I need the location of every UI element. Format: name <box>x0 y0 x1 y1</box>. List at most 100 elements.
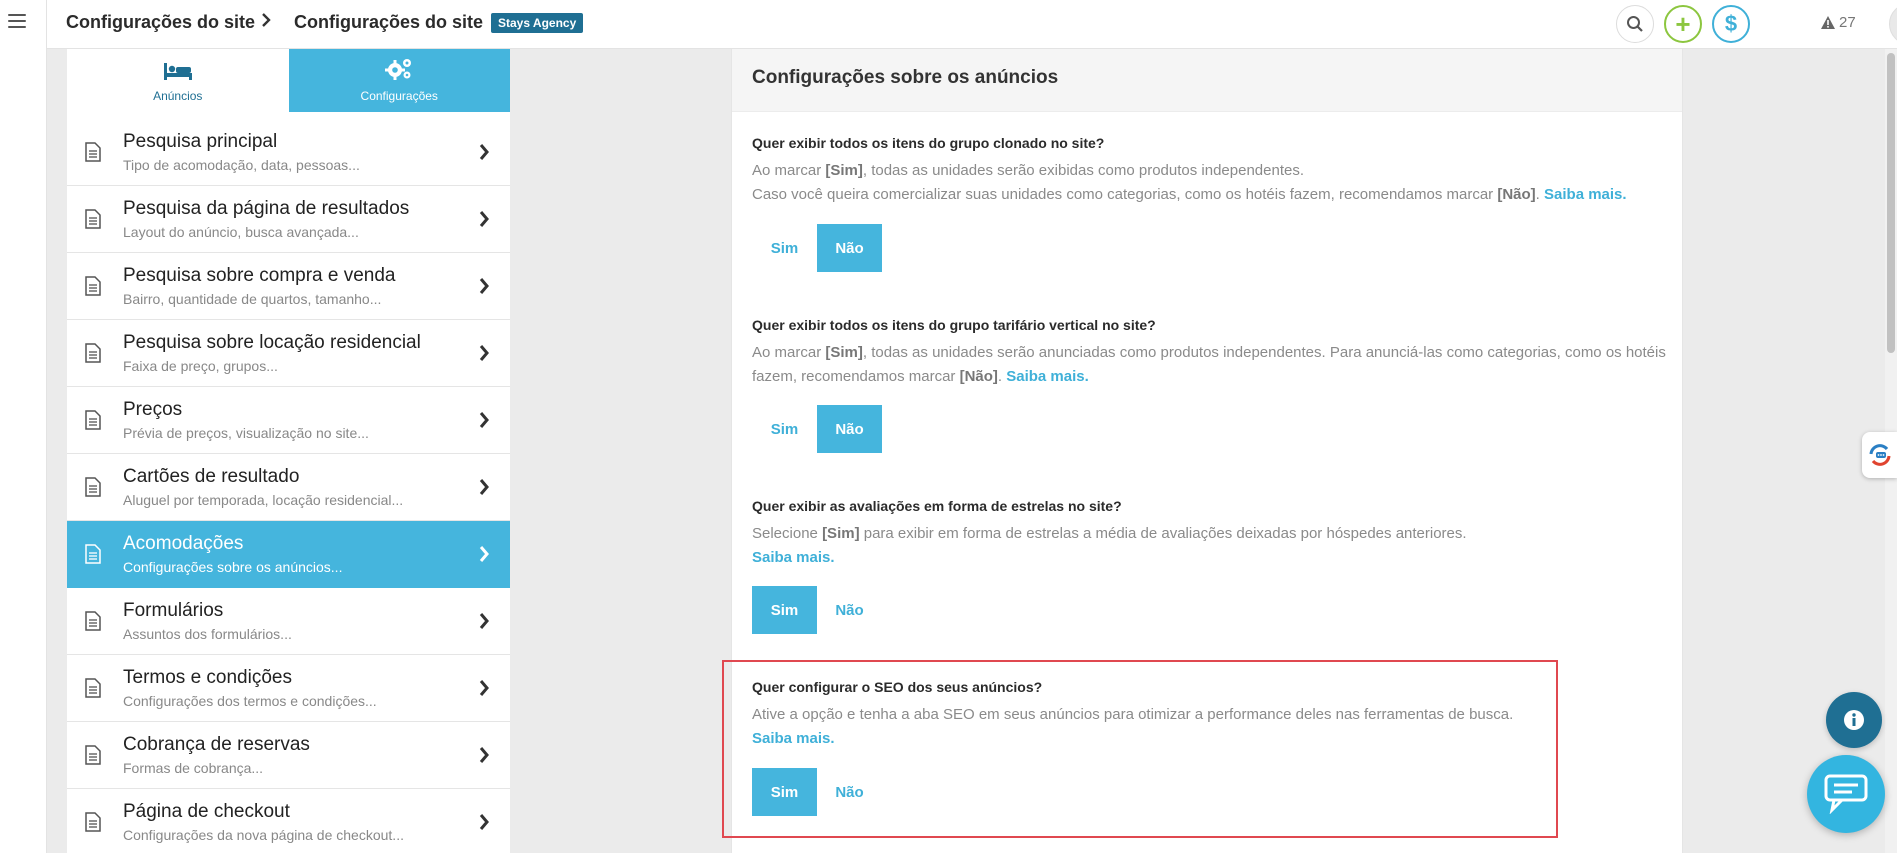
desc-text: para exibir em forma de estrelas a média… <box>859 525 1467 542</box>
menu-item-title: Página de checkout <box>123 801 290 822</box>
document-icon <box>85 142 101 162</box>
question-rate-group-title: Quer exibir todos os itens do grupo tari… <box>752 317 1156 333</box>
question-rate-group-desc: Ao marcar [Sim], todas as unidades serão… <box>752 341 1672 389</box>
scrollbar-thumb[interactable] <box>1887 53 1895 353</box>
info-icon <box>1844 710 1864 730</box>
menu-item[interactable]: Pesquisa sobre locação residencial Faixa … <box>67 320 510 387</box>
chevron-right-icon <box>479 345 489 361</box>
desc-bold: [Sim] <box>825 344 863 361</box>
menu-item[interactable]: Pesquisa principal Tipo de acomodação, da… <box>67 119 510 186</box>
sync-widget-button[interactable] <box>1862 432 1897 478</box>
document-icon <box>85 410 101 430</box>
search-button[interactable] <box>1616 5 1654 43</box>
menu-item-subtitle: Formas de cobrança... <box>123 760 264 776</box>
menu-item-title: Pesquisa principal <box>123 131 278 152</box>
menu-item[interactable]: Página de checkout Configurações da nova … <box>67 789 510 853</box>
sync-chat-icon <box>1869 444 1890 466</box>
desc-text: , todas as unidades serão anunciadas com… <box>752 344 1666 385</box>
plus-icon: + <box>1675 8 1691 39</box>
chevron-right-icon <box>479 278 489 294</box>
breadcrumb-chevron-icon <box>260 12 272 33</box>
chevron-right-icon <box>479 613 489 629</box>
menu-item[interactable]: Acomodações Configurações sobre os anúnci… <box>67 521 510 588</box>
desc-bold: [Sim] <box>822 525 860 542</box>
document-icon <box>85 209 101 229</box>
desc-bold: [Não] <box>1497 186 1536 203</box>
menu-item-title: Acomodações <box>123 533 244 554</box>
learn-more-link[interactable]: Saiba mais. <box>1544 186 1627 203</box>
avatar[interactable] <box>1889 3 1897 45</box>
learn-more-link[interactable]: Saiba mais. <box>1006 368 1089 385</box>
document-icon <box>85 276 101 296</box>
menu-item[interactable]: Cartões de resultado Aluguel por temporad… <box>67 454 510 521</box>
chat-button[interactable] <box>1807 755 1885 833</box>
rate-group-yes-button[interactable]: Sim <box>752 405 817 453</box>
menu-item-subtitle: Faixa de preço, grupos... <box>123 358 278 374</box>
menu-item-title: Cobrança de reservas <box>123 734 310 755</box>
bed-icon <box>163 63 192 80</box>
cloned-group-yes-button[interactable]: Sim <box>752 224 817 272</box>
desc-text: Selecione <box>752 525 823 542</box>
menu-item-subtitle: Layout do anúncio, busca avançada... <box>123 224 359 240</box>
alerts-button[interactable]: 27 <box>1821 14 1856 31</box>
rate-group-toggle: Sim Não <box>752 405 882 453</box>
tab-configuracoes[interactable]: Configurações <box>288 49 510 112</box>
document-icon <box>85 745 101 765</box>
top-bar: Configurações do site Configurações do s… <box>47 0 1897 49</box>
menu-item-title: Termos e condições <box>123 667 292 688</box>
star-ratings-yes-button[interactable]: Sim <box>752 586 817 634</box>
document-icon <box>85 544 101 564</box>
finance-button[interactable]: $ <box>1712 5 1750 43</box>
tab-anuncios[interactable]: Anúncios <box>67 49 289 112</box>
hamburger-menu-icon[interactable] <box>8 14 26 28</box>
breadcrumb-item-1[interactable]: Configurações do site <box>66 12 255 33</box>
add-button[interactable]: + <box>1664 5 1702 43</box>
question-star-ratings-title: Quer exibir as avaliações em forma de es… <box>752 498 1122 514</box>
chevron-right-icon <box>479 546 489 562</box>
document-icon <box>85 343 101 363</box>
dollar-icon: $ <box>1724 11 1738 36</box>
menu-item[interactable]: Pesquisa da página de resultados Layout d… <box>67 186 510 253</box>
menu-item-title: Pesquisa sobre locação residencial <box>123 332 421 353</box>
desc-bold: [Sim] <box>825 162 863 179</box>
chevron-right-icon <box>479 747 489 763</box>
menu-item[interactable]: Preços Prévia de preços, visualização no … <box>67 387 510 454</box>
content-title: Configurações sobre os anúncios <box>752 67 1059 88</box>
star-ratings-no-button[interactable]: Não <box>817 586 882 634</box>
desc-text: Ao marcar <box>752 344 826 361</box>
user-avatar-icon <box>1896 41 1897 44</box>
settings-menu-panel: Anúncios Configurações Pesquisa principa… <box>67 49 510 853</box>
chevron-right-icon <box>479 479 489 495</box>
menu-item-subtitle: Configurações dos termos e condições... <box>123 693 377 709</box>
menu-item-title: Formulários <box>123 600 224 621</box>
search-icon <box>1627 16 1643 32</box>
menu-item-subtitle: Tipo de acomodação, data, pessoas... <box>123 157 360 173</box>
panel-tabs: Anúncios Configurações <box>67 49 510 112</box>
menu-item-subtitle: Configurações sobre os anúncios... <box>123 559 343 575</box>
breadcrumb-item-2: Configurações do site <box>294 12 484 32</box>
cloned-group-toggle: Sim Não <box>752 224 882 272</box>
menu-item-title: Preços <box>123 399 183 420</box>
menu-item[interactable]: Cobrança de reservas Formas de cobrança..… <box>67 722 510 789</box>
tab-configuracoes-label: Configurações <box>360 89 438 103</box>
menu-item[interactable]: Pesquisa sobre compra e venda Bairro, qua… <box>67 253 510 320</box>
menu-item-title: Pesquisa da página de resultados <box>123 198 410 219</box>
rate-group-no-button[interactable]: Não <box>817 405 882 453</box>
desc-text: Ao marcar <box>752 162 826 179</box>
desc-text: Caso você queira comercializar suas unid… <box>752 186 1498 203</box>
info-button[interactable] <box>1826 692 1882 748</box>
settings-menu-list: Pesquisa principal Tipo de acomodação, da… <box>67 119 510 853</box>
menu-item[interactable]: Termos e condições Configurações dos term… <box>67 655 510 722</box>
menu-item[interactable]: Formulários Assuntos dos formulários... <box>67 588 510 655</box>
tab-anuncios-label: Anúncios <box>153 89 203 103</box>
alerts-count: 27 <box>1839 14 1856 31</box>
chat-bubble-icon <box>1824 774 1868 814</box>
learn-more-link[interactable]: Saiba mais. <box>752 549 835 566</box>
cloned-group-no-button[interactable]: Não <box>817 224 882 272</box>
desc-text: , todas as unidades serão exibidas como … <box>862 162 1304 179</box>
agency-badge: Stays Agency <box>491 13 584 33</box>
chevron-right-icon <box>479 144 489 160</box>
warning-icon <box>1821 16 1835 29</box>
chevron-right-icon <box>479 211 489 227</box>
content-header: Configurações sobre os anúncios <box>732 49 1682 112</box>
